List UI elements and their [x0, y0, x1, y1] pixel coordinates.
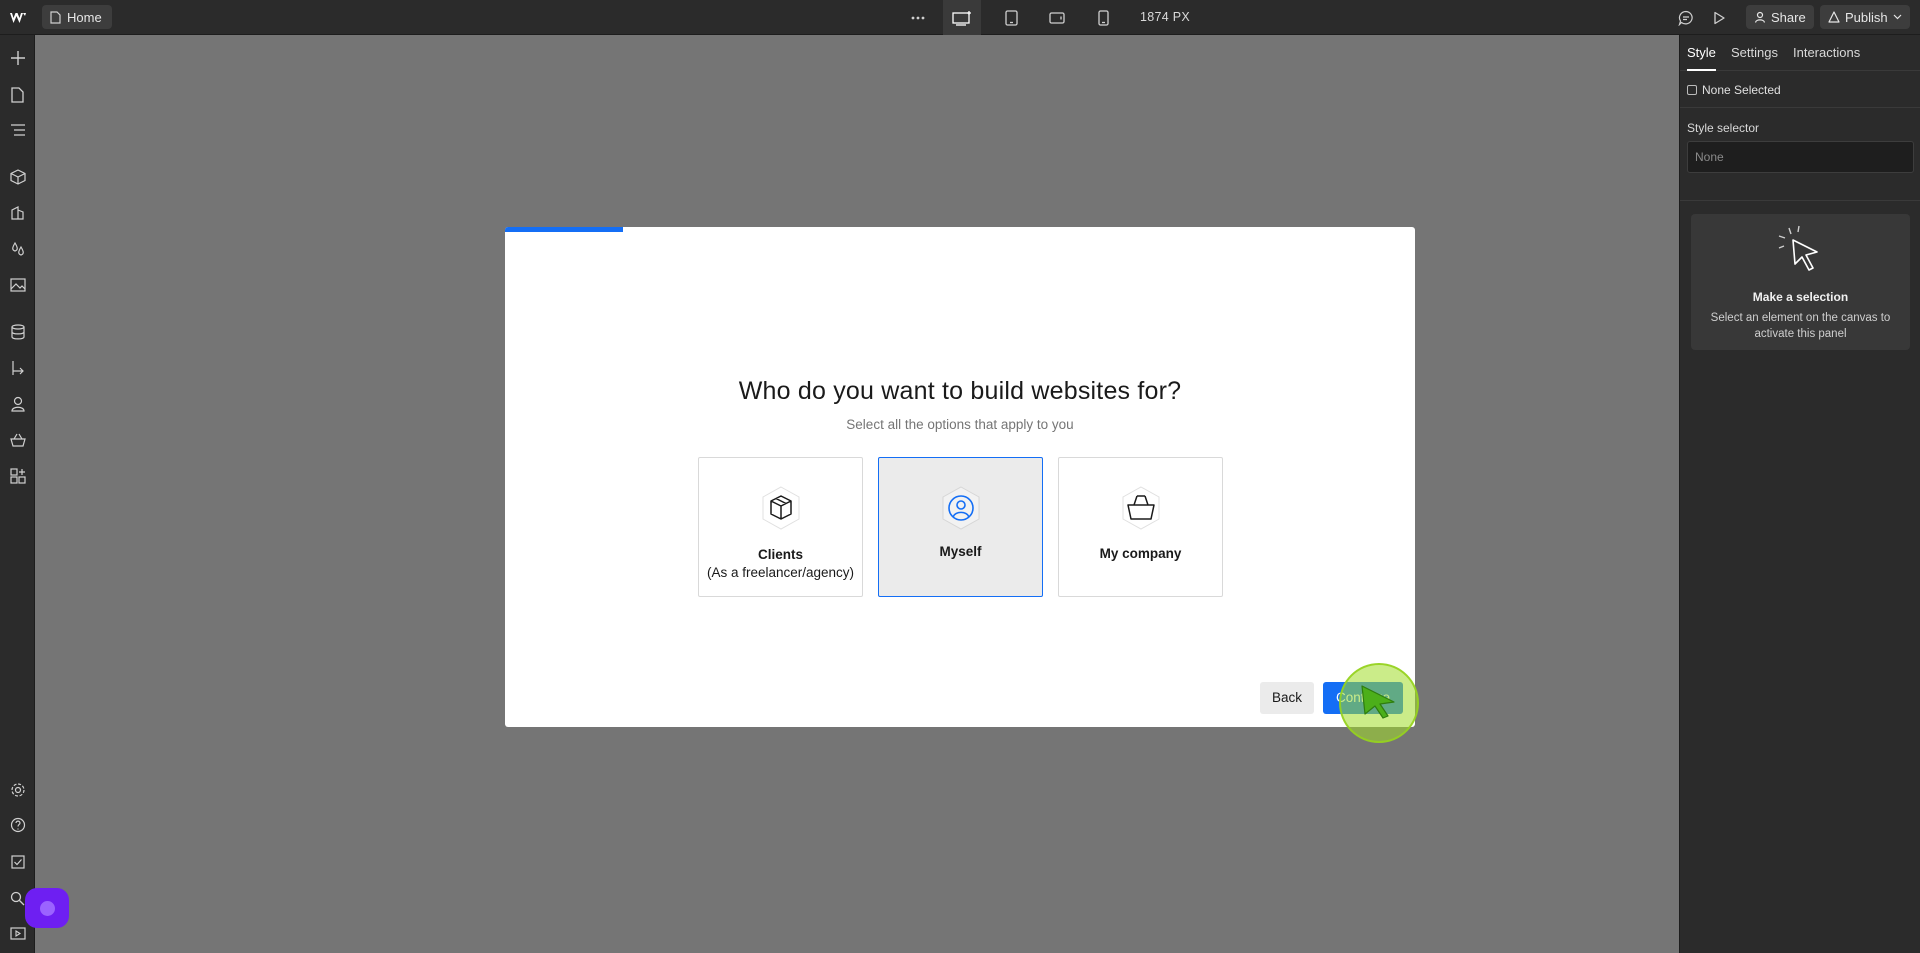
assets-image-icon[interactable] [0, 269, 35, 301]
selection-indicator: None Selected [1687, 83, 1781, 97]
modal-subtitle: Select all the options that apply to you [846, 417, 1074, 432]
continue-button[interactable]: Continue [1323, 682, 1403, 714]
variables-icon[interactable] [0, 233, 35, 265]
onboarding-modal: Who do you want to build websites for? S… [505, 227, 1415, 727]
page-name: Home [67, 9, 102, 25]
box-icon [762, 486, 800, 530]
make-selection-description: Select an element on the canvas to activ… [1710, 312, 1891, 340]
webflow-logo-icon[interactable] [0, 0, 35, 35]
basket-icon [1122, 486, 1160, 530]
panel-tabs: Style Settings Interactions [1680, 35, 1920, 71]
preview-play-icon[interactable] [1700, 0, 1738, 35]
audit-checkbox-icon[interactable] [0, 846, 35, 878]
navigator-icon[interactable] [0, 114, 35, 146]
option-my-company[interactable]: My company [1058, 457, 1223, 597]
mobile-portrait-breakpoint-icon[interactable] [1084, 0, 1122, 35]
option-myself[interactable]: Myself [878, 457, 1043, 597]
divider [1680, 200, 1920, 201]
none-selected-label: None Selected [1702, 83, 1781, 97]
option-label: Clients [757, 547, 803, 562]
cms-database-icon[interactable] [0, 316, 35, 348]
option-clients[interactable]: Clients (As a freelancer/agency) [698, 457, 863, 597]
settings-gear-icon[interactable] [0, 774, 35, 806]
person-icon [942, 486, 980, 530]
style-selector-input[interactable]: None [1687, 141, 1914, 173]
more-options-icon[interactable] [899, 0, 937, 35]
publish-button[interactable]: Publish [1820, 5, 1910, 29]
divider [1680, 107, 1920, 108]
progress-bar [505, 227, 624, 232]
page-icon [50, 10, 61, 24]
mobile-landscape-breakpoint-icon[interactable] [1038, 0, 1076, 35]
top-bar: Home 1874 PX Share Publish [0, 0, 1920, 35]
logic-flow-icon[interactable] [0, 352, 35, 384]
users-icon[interactable] [0, 388, 35, 420]
tablet-breakpoint-icon[interactable] [992, 0, 1030, 35]
left-toolbar [0, 35, 69, 953]
style-selector-label: Style selector [1687, 121, 1760, 135]
tab-settings[interactable]: Settings [1731, 35, 1778, 71]
components-icon[interactable] [0, 161, 35, 193]
desktop-base-breakpoint-icon[interactable] [943, 0, 981, 35]
tab-style[interactable]: Style [1687, 35, 1716, 71]
publish-icon [1828, 11, 1840, 23]
tab-interactions[interactable]: Interactions [1793, 35, 1860, 71]
help-icon[interactable] [0, 809, 35, 841]
user-icon [1754, 11, 1766, 23]
breakpoint-width: 1874 PX [1140, 10, 1191, 24]
back-button[interactable]: Back [1260, 682, 1314, 714]
add-elements-icon[interactable] [0, 42, 35, 74]
right-panel: Style Settings Interactions None Selecte… [1679, 35, 1920, 953]
make-selection-card: Make a selection Select an element on th… [1691, 214, 1910, 350]
chevron-down-icon [1893, 14, 1902, 20]
selection-checkbox-icon [1687, 85, 1697, 95]
make-selection-title: Make a selection [1752, 290, 1849, 304]
share-button[interactable]: Share [1746, 5, 1814, 29]
option-label: My company [1099, 546, 1182, 561]
style-guide-icon[interactable] [0, 197, 35, 229]
ecommerce-basket-icon[interactable] [0, 424, 35, 456]
apps-icon[interactable] [0, 460, 35, 492]
pages-icon[interactable] [0, 79, 35, 111]
share-label: Share [1771, 9, 1806, 25]
option-label: Myself [939, 544, 982, 559]
chat-bubble-dot-icon [39, 900, 55, 916]
chat-help-bubble[interactable] [25, 888, 69, 928]
page-selector[interactable]: Home [42, 5, 112, 29]
modal-title: Who do you want to build websites for? [738, 377, 1182, 405]
publish-label: Publish [1845, 9, 1888, 25]
option-sublabel: (As a freelancer/agency) [706, 565, 855, 580]
cursor-click-icon [1778, 225, 1818, 271]
